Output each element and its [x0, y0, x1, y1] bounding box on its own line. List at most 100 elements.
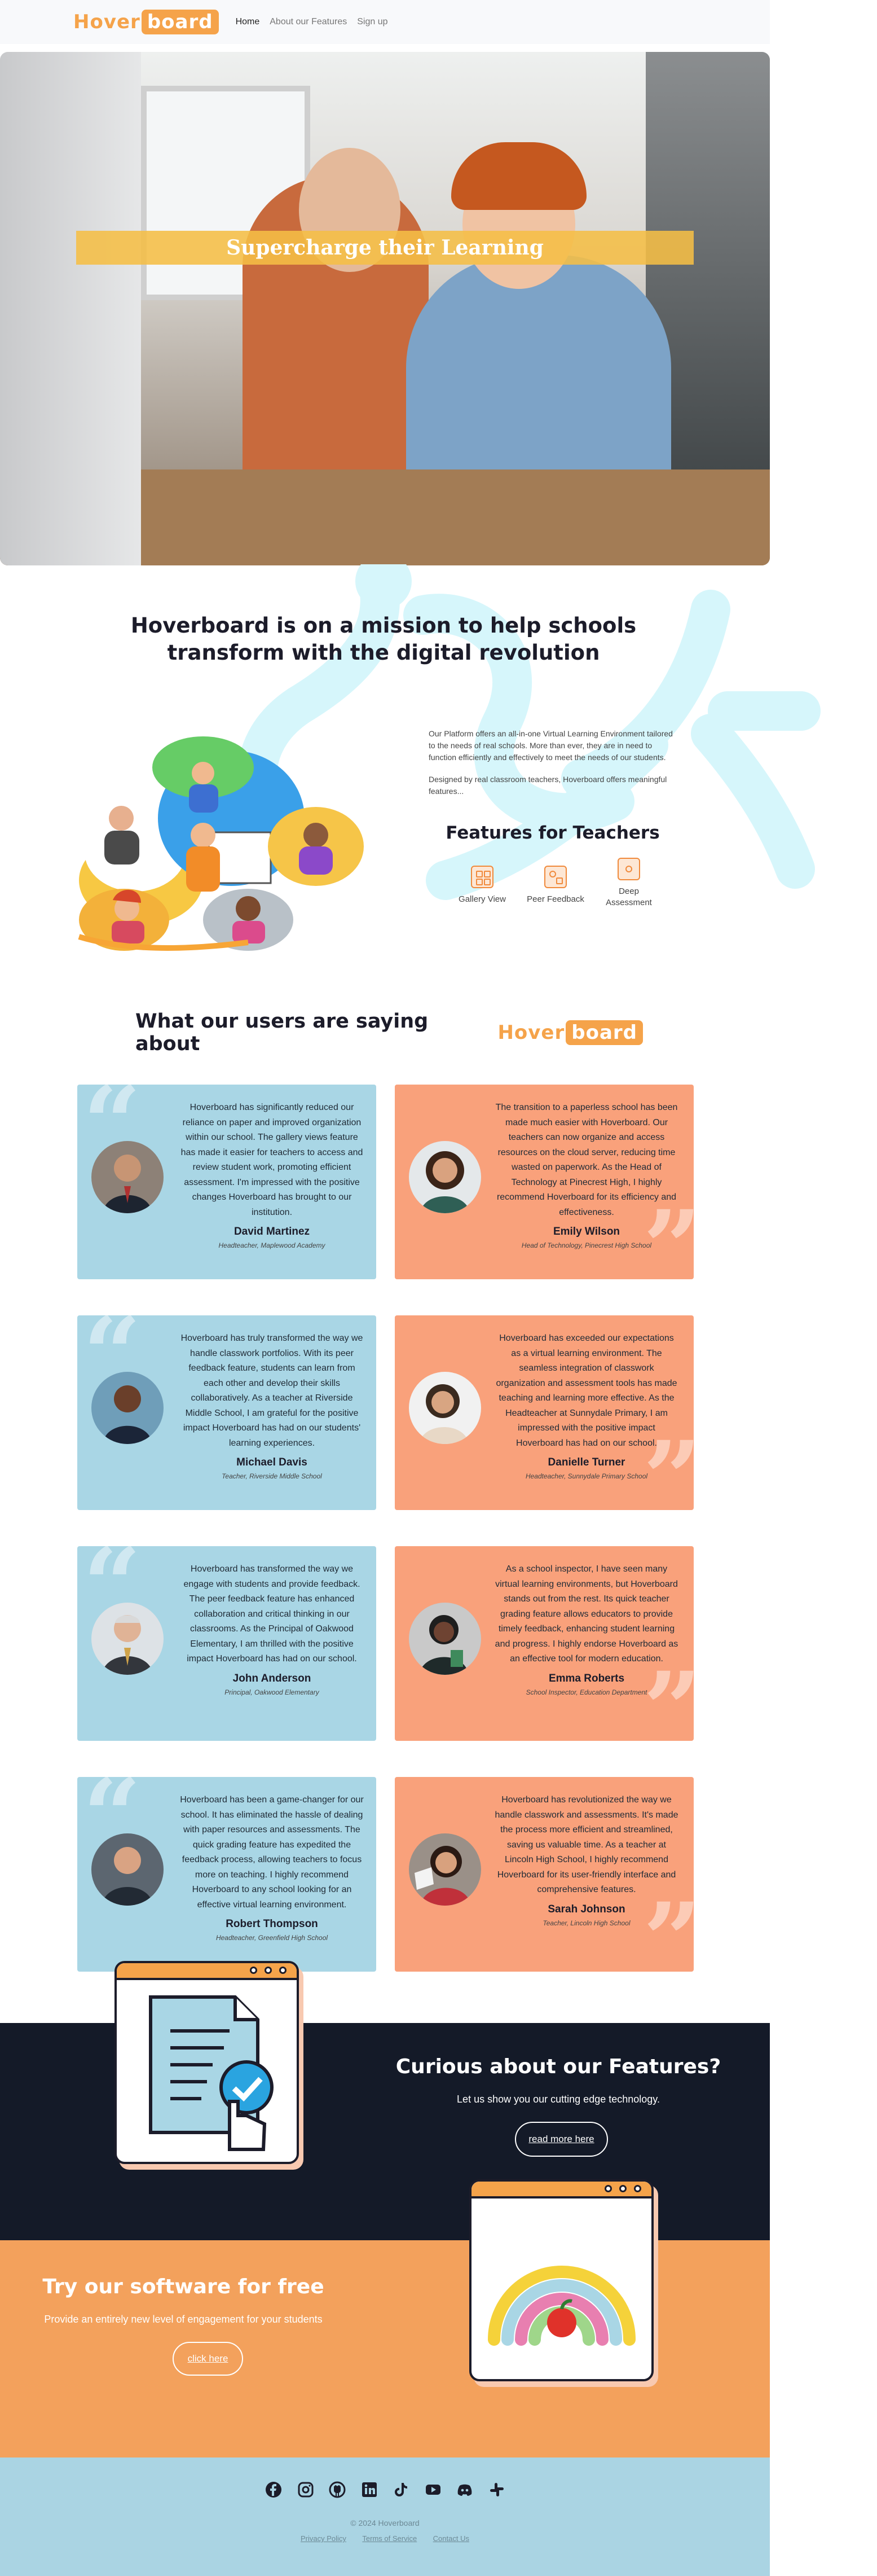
- window-title-bar: [471, 2182, 651, 2198]
- free-trial-section: Try our software for free Provide an ent…: [0, 2240, 770, 2457]
- testimonial-text: Hoverboard has revolutionized the way we…: [495, 1795, 678, 1894]
- testimonial-body: Hoverboard has truly transformed the way…: [179, 1331, 365, 1482]
- logo-text-board: board: [566, 1020, 643, 1045]
- read-more-button[interactable]: read more here: [515, 2122, 608, 2157]
- feature-deep-assessment[interactable]: Deep Assessment: [598, 858, 660, 909]
- testimonial-role: Headteacher, Greenfield High School: [215, 1934, 328, 1942]
- testimonial-role: Teacher, Riverside Middle School: [222, 1472, 322, 1480]
- testimonial-role: Headteacher, Maplewood Academy: [218, 1241, 325, 1249]
- testimonial-text: Hoverboard has exceeded our expectations…: [496, 1333, 677, 1448]
- testimonial-name: Michael Davis: [236, 1456, 307, 1468]
- testimonial-body: Hoverboard has transformed the way we en…: [179, 1562, 365, 1699]
- hero-banner-text: Supercharge their Learning: [226, 236, 544, 260]
- hero-student-hair-shape: [451, 142, 587, 210]
- testimonial-body: The transition to a paperless school has…: [493, 1100, 680, 1252]
- logo-text-hover: Hover: [73, 11, 140, 33]
- document-illustration-window: [114, 1961, 299, 2164]
- tiktok-icon[interactable]: [391, 2480, 411, 2499]
- avatar-sarah: [409, 1833, 481, 1906]
- peer-feedback-icon: [544, 866, 567, 888]
- gallery-view-icon: [471, 866, 493, 888]
- testimonial-text: Hoverboard has significantly reduced our…: [180, 1103, 363, 1217]
- social-links: [264, 2480, 506, 2503]
- testimonials-heading: What our users are saying about Hover bo…: [135, 1010, 643, 1055]
- discord-icon[interactable]: [455, 2480, 474, 2499]
- avatar-emma: [409, 1603, 481, 1675]
- classroom-illustration: [78, 736, 364, 951]
- testimonial-text: The transition to a paperless school has…: [495, 1103, 678, 1217]
- testimonial-card-david: “ Hoverboard has significantly reduced o…: [77, 1085, 376, 1279]
- feature-label: Gallery View: [459, 894, 506, 904]
- nav-link-home[interactable]: Home: [236, 17, 260, 27]
- mission-heading: Hoverboard is on a mission to help schoo…: [130, 613, 637, 665]
- testimonial-name: Robert Thompson: [226, 1918, 318, 1930]
- logo[interactable]: Hover board: [73, 10, 219, 34]
- testimonial-name: Emma Roberts: [548, 1672, 625, 1684]
- page: Hover board Home About our Features Sign…: [0, 0, 877, 2576]
- logo-text-hover: Hover: [497, 1021, 565, 1044]
- rainbow-apple-icon: [488, 2266, 636, 2346]
- click-here-button[interactable]: click here: [173, 2342, 243, 2376]
- testimonial-name: Sarah Johnson: [548, 1903, 625, 1915]
- testimonial-role: Headteacher, Sunnydale Primary School: [525, 1472, 648, 1480]
- feature-gallery-view[interactable]: Gallery View: [451, 866, 513, 905]
- feature-peer-feedback[interactable]: Peer Feedback: [525, 866, 587, 905]
- testimonial-text: Hoverboard has truly transformed the way…: [180, 1333, 363, 1448]
- testimonial-text: Hoverboard has transformed the way we en…: [183, 1564, 360, 1664]
- nav-link-signup[interactable]: Sign up: [357, 17, 387, 27]
- testimonial-text: Hoverboard has been a game-changer for o…: [180, 1795, 364, 1910]
- avatar-robert: [91, 1833, 164, 1906]
- testimonial-body: Hoverboard has exceeded our expectations…: [493, 1331, 680, 1482]
- slack-icon[interactable]: [487, 2480, 506, 2499]
- facebook-icon[interactable]: [264, 2480, 283, 2499]
- testimonials-logo: Hover board: [497, 1020, 643, 1045]
- feature-label: Peer Feedback: [527, 894, 584, 904]
- avatar-emily: [409, 1141, 481, 1213]
- testimonial-card-john: “ Hoverboard has transformed the way we …: [77, 1546, 376, 1741]
- testimonial-card-emma: ” As a school inspector, I have seen man…: [395, 1546, 694, 1741]
- github-icon[interactable]: [328, 2480, 347, 2499]
- linkedin-icon[interactable]: [360, 2480, 379, 2499]
- mission-paragraph-2: Designed by real classroom teachers, Hov…: [429, 775, 667, 796]
- hero-monitor-shape: [0, 52, 141, 565]
- testimonial-card-michael: “ Hoverboard has truly transformed the w…: [77, 1315, 376, 1510]
- testimonial-name: Danielle Turner: [548, 1456, 625, 1468]
- testimonial-body: Hoverboard has significantly reduced our…: [179, 1100, 365, 1252]
- free-trial-heading: Try our software for free: [42, 2275, 324, 2298]
- features-cta-text: Let us show you our cutting edge technol…: [457, 2094, 660, 2105]
- instagram-icon[interactable]: [296, 2480, 315, 2499]
- contact-us-link[interactable]: Contact Us: [433, 2534, 469, 2543]
- testimonial-name: John Anderson: [232, 1672, 311, 1684]
- logo-text-board: board: [141, 10, 219, 34]
- testimonial-card-robert: “ Hoverboard has been a game-changer for…: [77, 1777, 376, 1972]
- mission-paragraph-1: Our Platform offers an all-in-one Virtua…: [429, 729, 673, 762]
- privacy-policy-link[interactable]: Privacy Policy: [301, 2534, 346, 2543]
- avatar-michael: [91, 1372, 164, 1444]
- testimonial-card-danielle: ” Hoverboard has exceeded our expectatio…: [395, 1315, 694, 1510]
- deep-assessment-icon: [618, 858, 640, 880]
- testimonial-card-emily: ” The transition to a paperless school h…: [395, 1085, 694, 1279]
- testimonial-role: Principal, Oakwood Elementary: [224, 1688, 319, 1696]
- terms-of-service-link[interactable]: Terms of Service: [362, 2534, 417, 2543]
- testimonial-body: As a school inspector, I have seen many …: [493, 1562, 680, 1699]
- hero-image: Supercharge their Learning: [0, 52, 770, 565]
- free-trial-text: Provide an entirely new level of engagem…: [44, 2314, 323, 2325]
- youtube-icon[interactable]: [424, 2480, 443, 2499]
- features-list: Gallery View Peer Feedback Deep Assessme…: [451, 858, 666, 925]
- mission-description: Our Platform offers an all-in-one Virtua…: [429, 728, 677, 808]
- footer-links: Privacy Policy Terms of Service Contact …: [0, 2534, 770, 2544]
- testimonial-role: Teacher, Lincoln High School: [543, 1919, 631, 1927]
- testimonial-role: Head of Technology, Pinecrest High Schoo…: [521, 1241, 652, 1249]
- hero-banner: Supercharge their Learning: [76, 231, 694, 265]
- testimonial-body: Hoverboard has revolutionized the way we…: [493, 1793, 680, 1929]
- testimonial-name: David Martinez: [233, 1226, 310, 1237]
- testimonial-role: School Inspector, Education Department: [526, 1688, 647, 1696]
- avatar-john: [91, 1603, 164, 1675]
- rainbow-illustration-window: [469, 2179, 654, 2381]
- footer: © 2024 Hoverboard Privacy Policy Terms o…: [0, 2457, 770, 2576]
- avatar-danielle: [409, 1372, 481, 1444]
- testimonials-heading-text: What our users are saying about: [135, 1010, 429, 1055]
- nav-link-features[interactable]: About our Features: [270, 17, 347, 27]
- copyright: © 2024 Hoverboard: [350, 2518, 420, 2527]
- testimonial-body: Hoverboard has been a game-changer for o…: [179, 1793, 365, 1944]
